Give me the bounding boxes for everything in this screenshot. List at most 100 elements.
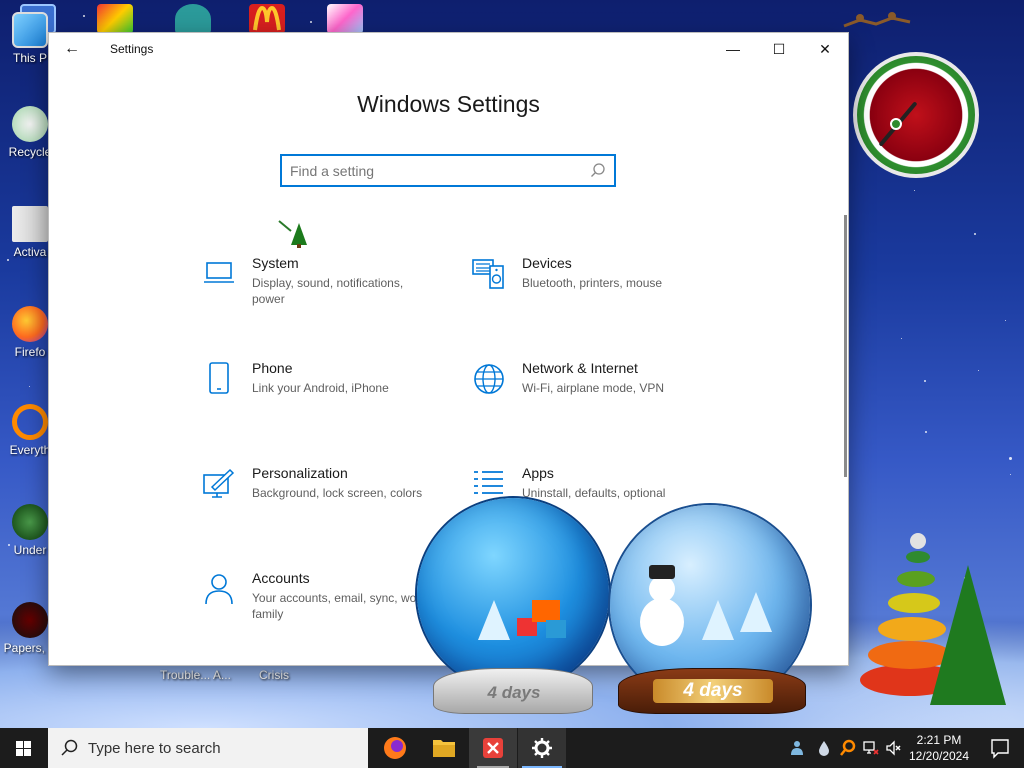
category-description: Background, lock screen, colors — [252, 486, 423, 500]
taskbar: Type here to search 2:21 PM 12/20/2024 — [0, 728, 1024, 768]
taskbar-settings[interactable] — [518, 728, 566, 768]
phone-icon — [209, 362, 229, 394]
action-center-button[interactable] — [980, 728, 1020, 768]
clock-center — [890, 118, 902, 130]
clock-time: 2:21 PM — [916, 733, 962, 747]
firefox-icon — [384, 737, 406, 759]
close-button[interactable]: ✕ — [802, 33, 848, 65]
snow-globe-gadget-1[interactable] — [417, 498, 609, 690]
tiny-tree-icon — [278, 220, 307, 248]
mcdonalds-icon[interactable] — [249, 4, 285, 34]
category-system[interactable]: System Display, sound, notifications, po… — [202, 255, 452, 325]
back-button[interactable]: ← — [59, 37, 85, 61]
snowman-icon — [640, 598, 684, 646]
category-description: Your accounts, email, sync, work, family — [252, 591, 430, 621]
person-icon — [205, 574, 233, 605]
category-description: Link your Android, iPhone — [252, 381, 389, 395]
snowflake — [978, 370, 979, 371]
christmas-tree-decoration — [930, 565, 1006, 705]
snow-tree-icon — [702, 600, 734, 640]
file-explorer-icon — [433, 740, 455, 757]
maximize-button[interactable]: ☐ — [756, 33, 802, 65]
snowflake — [974, 233, 976, 235]
windows-logo-icon — [16, 741, 31, 756]
taskbar-clock[interactable]: 2:21 PM 12/20/2024 — [906, 732, 972, 764]
countdown-label: 4 days — [487, 683, 541, 702]
snow-tree-icon — [478, 600, 510, 640]
category-description: Display, sound, notifications, power — [252, 276, 404, 306]
taskbar-firefox[interactable] — [371, 728, 419, 768]
snowflake — [29, 386, 30, 387]
snow-globe-base-1: 4 days — [433, 668, 593, 714]
papers-please-icon — [12, 602, 48, 638]
search-icon — [591, 163, 605, 177]
scrollbar[interactable] — [844, 215, 847, 477]
category-title: Accounts — [252, 570, 310, 586]
category-description: Uninstall, defaults, optional — [522, 486, 666, 500]
category-title: Network & Internet — [522, 360, 638, 376]
snowflake — [1010, 474, 1011, 475]
search-icon — [61, 739, 78, 756]
laptop-icon — [204, 262, 234, 283]
category-devices[interactable]: Devices Bluetooth, printers, mouse — [472, 255, 722, 325]
taskbar-search-box[interactable]: Type here to search — [48, 728, 368, 768]
paintbrush-icon — [203, 468, 235, 498]
computer-icon — [12, 12, 48, 48]
red-x-app-icon — [483, 738, 503, 758]
undertale-icon — [12, 504, 48, 540]
category-phone[interactable]: Phone Link your Android, iPhone — [202, 360, 452, 430]
snowflake — [914, 190, 915, 191]
category-network-internet[interactable]: Network & Internet Wi-Fi, airplane mode,… — [472, 360, 722, 430]
title-bar[interactable]: ← Settings — ☐ ✕ — [49, 33, 848, 65]
magnifier-icon — [12, 404, 48, 440]
firefox-icon — [12, 306, 48, 342]
desktop-icon-top-2[interactable] — [97, 4, 133, 34]
snowflake — [901, 338, 902, 339]
globe-icon — [474, 364, 504, 394]
desktop-icon-top-3[interactable] — [175, 4, 211, 34]
category-title: Devices — [522, 255, 572, 271]
apps-list-icon — [474, 471, 503, 494]
snowflake — [83, 15, 85, 17]
start-button[interactable] — [0, 728, 48, 768]
snowflake — [925, 431, 927, 433]
drop-tray-icon[interactable] — [815, 739, 833, 757]
category-personalization[interactable]: Personalization Background, lock screen,… — [202, 465, 452, 535]
snowflake — [924, 380, 926, 382]
clock-date: 12/20/2024 — [908, 749, 970, 763]
settings-gear-icon — [532, 738, 552, 758]
recycle-bin-icon — [12, 106, 48, 142]
snowman-hat-icon — [649, 565, 675, 579]
volume-muted-icon[interactable] — [885, 739, 903, 757]
document-icon — [12, 206, 48, 242]
taskbar-file-explorer[interactable] — [420, 728, 468, 768]
magnifier-tray-icon[interactable] — [839, 739, 857, 757]
desktop-label-trouble[interactable]: Trouble... A... — [160, 668, 231, 682]
minimize-button[interactable]: — — [710, 33, 756, 65]
window-title: Settings — [110, 42, 154, 56]
snowflake — [1009, 457, 1012, 460]
snowflake — [7, 259, 9, 261]
snowman-head-icon — [649, 576, 675, 602]
search-input[interactable] — [290, 161, 580, 181]
desktop-label-crisis[interactable]: Crisis — [259, 668, 289, 682]
snow-globe-base-2: 4 days — [618, 668, 806, 714]
snowflake — [310, 21, 312, 23]
people-tray-icon[interactable] — [790, 739, 808, 757]
taskbar-red-x-app[interactable] — [469, 728, 517, 768]
page-title: Windows Settings — [357, 91, 540, 117]
category-description: Bluetooth, printers, mouse — [522, 276, 663, 290]
category-title: Phone — [252, 360, 293, 376]
desktop-icon-top-5[interactable] — [327, 4, 363, 34]
christmas-clock-gadget[interactable] — [853, 52, 979, 178]
snowflake — [1005, 320, 1006, 321]
gift-icon — [546, 620, 566, 638]
network-tray-icon[interactable] — [862, 739, 880, 757]
category-accounts[interactable]: Accounts Your accounts, email, sync, wor… — [202, 570, 452, 640]
keyboard-speaker-icon — [472, 259, 504, 289]
taskbar-search-text: Type here to search — [88, 740, 221, 757]
reindeer-sleigh-icon — [843, 12, 911, 28]
countdown-label: 4 days — [653, 679, 773, 703]
search-box[interactable] — [280, 154, 616, 187]
gift-icon — [532, 600, 560, 622]
